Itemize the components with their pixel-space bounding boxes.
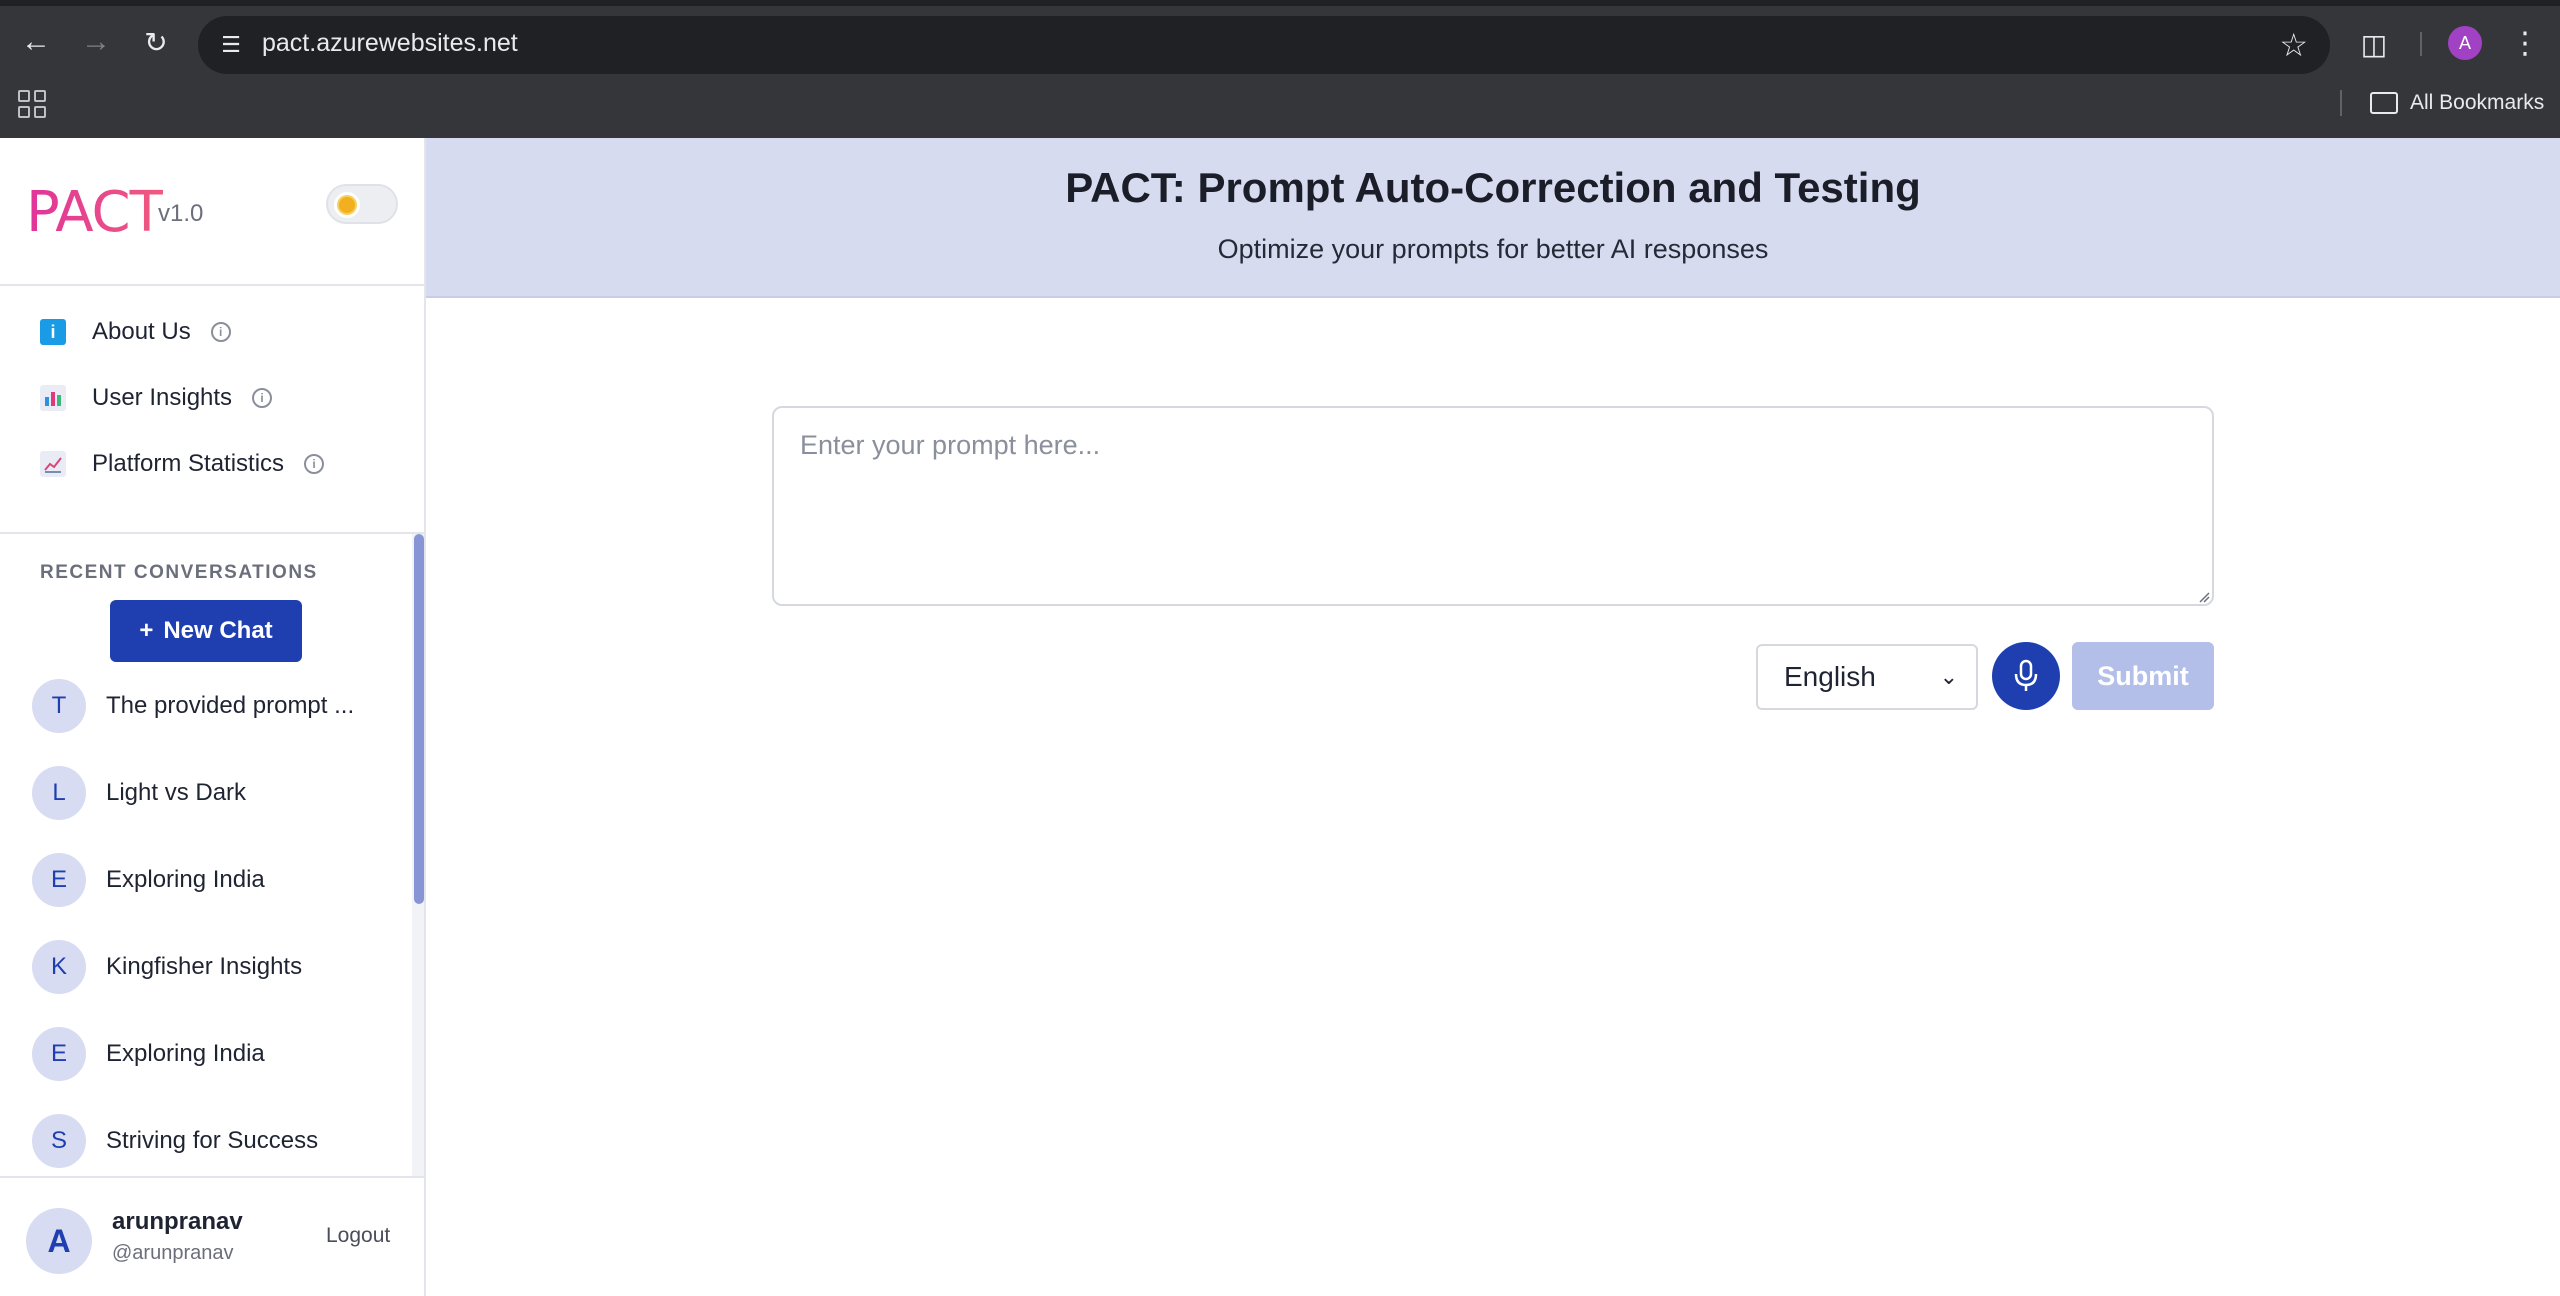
conversation-item[interactable]: E Exploring India (32, 1026, 265, 1082)
conversation-avatar: S (32, 1114, 86, 1168)
back-icon[interactable]: ← (16, 22, 56, 62)
conversation-title: The provided prompt ... (106, 692, 355, 719)
main-content: PACT: Prompt Auto-Correction and Testing… (426, 138, 2560, 1296)
conversation-title: Exploring India (106, 866, 265, 893)
sidebar-scrollbar-thumb[interactable] (414, 534, 424, 904)
page-title: PACT: Prompt Auto-Correction and Testing (1065, 164, 1921, 211)
conversation-item[interactable]: S Striving for Success (32, 1113, 318, 1169)
bar-chart-icon (40, 385, 66, 411)
sidebar-item-about-us[interactable]: i About Us i (40, 310, 231, 354)
page-subtitle: Optimize your prompts for better AI resp… (1217, 234, 1769, 264)
conversation-avatar: T (32, 679, 86, 733)
conversation-item[interactable]: T The provided prompt ... (32, 678, 354, 734)
sidebar-item-platform-statistics[interactable]: Platform Statistics i (40, 442, 325, 486)
prompt-input[interactable] (772, 406, 2214, 606)
bookmarks-divider (2340, 90, 2342, 116)
sidebar-item-user-insights[interactable]: User Insights i (40, 376, 273, 420)
conversation-item[interactable]: E Exploring India (32, 852, 265, 908)
new-chat-label: New Chat (163, 617, 273, 644)
user-avatar: A (26, 1208, 92, 1274)
conversation-list: T The provided prompt ... L Light vs Dar… (0, 678, 412, 1176)
plus-icon: + (139, 617, 154, 644)
resize-handle-icon[interactable] (2198, 590, 2210, 603)
microphone-icon (2014, 659, 2038, 691)
user-profile: A arunpranav @arunpranav Logout (0, 1176, 424, 1296)
app: PACT v1.0 i About Us i User Insights i P… (0, 138, 2560, 1296)
conversation-item[interactable]: K Kingfisher Insights (32, 939, 302, 995)
conversation-title: Light vs Dark (106, 779, 247, 806)
line-chart-icon (40, 451, 66, 477)
sidebar-item-label: About Us (92, 318, 191, 345)
conversation-avatar: E (32, 1027, 86, 1081)
conversation-avatar: E (32, 853, 86, 907)
logo-area: PACT v1.0 (0, 138, 424, 286)
info-square-icon: i (40, 319, 66, 345)
menu-icon[interactable]: ⋮ (2510, 24, 2540, 62)
sun-icon (334, 192, 360, 218)
user-handle: @arunpranav (112, 1242, 234, 1264)
theme-toggle[interactable] (326, 184, 398, 224)
apps-icon[interactable] (18, 90, 46, 118)
sidebar-item-label: User Insights (92, 384, 233, 411)
browser-toolbar: ← → ↻ ☰ pact.azurewebsites.net ☆ ◫ A ⋮ (0, 6, 2560, 78)
browser-chrome: ← → ↻ ☰ pact.azurewebsites.net ☆ ◫ A ⋮ (0, 0, 2560, 84)
sidebar-divider (0, 532, 424, 534)
logout-button[interactable]: Logout (326, 1224, 390, 1248)
site-info-icon[interactable]: ☰ (216, 30, 246, 60)
reload-icon[interactable]: ↻ (136, 22, 176, 62)
info-icon[interactable]: i (210, 322, 231, 342)
version-label: v1.0 (158, 200, 204, 227)
sidebar: PACT v1.0 i About Us i User Insights i P… (0, 138, 426, 1296)
url-text[interactable]: pact.azurewebsites.net (262, 29, 518, 58)
microphone-button[interactable] (1992, 642, 2060, 710)
chevron-down-icon: ⌄ (1939, 664, 1958, 689)
conversation-title: Kingfisher Insights (106, 953, 303, 980)
conversation-title: Exploring India (106, 1040, 265, 1067)
folder-icon[interactable] (2370, 92, 2398, 114)
forward-icon[interactable]: → (76, 22, 116, 62)
conversation-avatar: K (32, 940, 86, 994)
extensions-icon[interactable]: ◫ (2356, 26, 2392, 62)
app-logo[interactable]: PACT (26, 180, 164, 245)
all-bookmarks-link[interactable]: All Bookmarks (2410, 91, 2544, 115)
bookmarks-bar: All Bookmarks (0, 78, 2560, 138)
language-value: English (1784, 661, 1876, 692)
conversation-item[interactable]: L Light vs Dark (32, 765, 246, 821)
user-name: arunpranav (112, 1208, 243, 1235)
submit-button[interactable]: Submit (2072, 642, 2214, 710)
language-select[interactable]: English ⌄ (1756, 644, 1978, 710)
info-icon[interactable]: i (304, 454, 325, 474)
info-icon[interactable]: i (252, 388, 273, 408)
profile-avatar[interactable]: A (2448, 26, 2482, 60)
star-icon[interactable]: ☆ (2279, 26, 2308, 64)
sidebar-item-label: Platform Statistics (92, 450, 285, 477)
toolbar-divider (2420, 32, 2422, 56)
recent-conversations-heading: RECENT CONVERSATIONS (40, 562, 318, 583)
conversation-avatar: L (32, 766, 86, 820)
conversation-title: Striving for Success (106, 1127, 319, 1154)
address-bar[interactable]: ☰ pact.azurewebsites.net ☆ (198, 16, 2330, 74)
new-chat-button[interactable]: + New Chat (110, 600, 302, 662)
page-header: PACT: Prompt Auto-Correction and Testing… (426, 138, 2560, 298)
